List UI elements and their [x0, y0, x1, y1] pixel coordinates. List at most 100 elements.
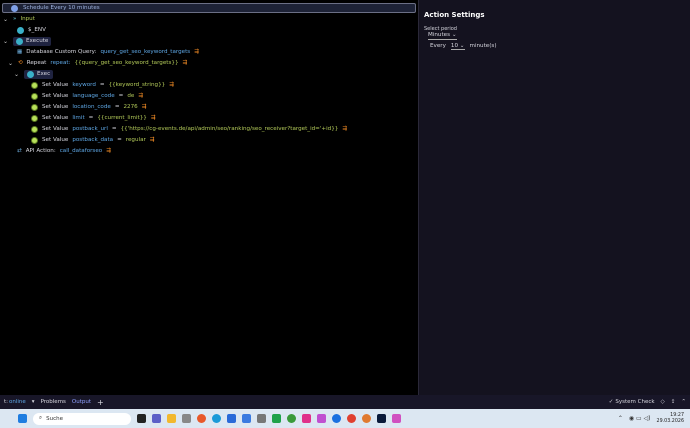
globe-icon	[27, 71, 34, 78]
chevron-down-icon[interactable]: ⌄	[14, 71, 20, 78]
node-key: language_code	[72, 93, 114, 99]
node-label: Input	[20, 16, 34, 22]
chevron-down-icon[interactable]: ⌄	[3, 38, 9, 45]
calculator-icon[interactable]	[257, 414, 266, 423]
firefox-icon[interactable]	[197, 414, 206, 423]
chrome-icon[interactable]	[362, 414, 371, 423]
node-label: Repeat	[27, 60, 47, 66]
link-icon[interactable]: ⇶	[150, 137, 155, 143]
photoshop-icon[interactable]	[377, 414, 386, 423]
clock[interactable]: 19:2729.03.2026	[657, 413, 690, 425]
node-value: query_get_seo_keyword_targets	[100, 49, 190, 55]
schedule-label: Schedule Every 10 minutes	[23, 5, 100, 11]
app-icon[interactable]	[392, 414, 401, 423]
chevron-down-icon[interactable]: ⌄	[3, 16, 9, 23]
app-icon[interactable]	[332, 414, 341, 423]
edge-icon[interactable]	[212, 414, 221, 423]
connection-status[interactable]: online	[9, 399, 26, 405]
node-label: Exec	[37, 71, 50, 77]
equals: =	[89, 115, 94, 121]
node-label: Set Value	[42, 82, 68, 88]
node-set-value[interactable]: Set Valuelanguage_code=de⇶	[31, 91, 143, 101]
equals: =	[119, 93, 124, 99]
node-key: postback_url	[72, 126, 108, 132]
caret-down-icon[interactable]: ▾	[32, 399, 35, 405]
set-value-icon	[31, 126, 38, 133]
chevron-down-icon: ⌄	[452, 32, 457, 38]
node-api-action[interactable]: ⇄API Action:call_dataforseo⇶	[17, 146, 111, 156]
node-key: limit	[72, 115, 84, 121]
taskbar: ⌕Suche ⌃ ◉ ▭ ◁) 19:2729.03.2026	[0, 409, 690, 428]
node-keyword: repeat:	[50, 60, 70, 66]
link-icon[interactable]: ⇶	[169, 82, 174, 88]
link-icon[interactable]: ⇶	[106, 148, 111, 154]
unit-label: minute(s)	[470, 43, 497, 50]
node-value: {{query_get_seo_keyword_targets}}	[75, 60, 179, 66]
set-value-icon	[31, 104, 38, 111]
node-input[interactable]: ⌄»Input	[3, 14, 35, 24]
action-settings-panel: Action Settings Select period Minutes ⌄ …	[418, 0, 690, 395]
node-value: 2276	[124, 104, 138, 110]
app-icon[interactable]	[182, 414, 191, 423]
tray-icons[interactable]: ◉ ▭ ◁)	[629, 415, 651, 422]
link-icon[interactable]: ⇶	[194, 49, 199, 55]
node-key: location_code	[72, 104, 110, 110]
bell-icon[interactable]: ◇	[661, 399, 665, 405]
tab-output[interactable]: Output	[72, 399, 91, 405]
link-icon[interactable]: ⇶	[151, 115, 156, 121]
period-select[interactable]: Minutes ⌄	[428, 32, 457, 40]
interval-select[interactable]: 10 ⌄	[451, 43, 465, 50]
node-set-value[interactable]: Set Valuelocation_code=2276⇶	[31, 102, 146, 112]
node-set-value[interactable]: Set Valuekeyword={{keyword_string}}⇶	[31, 80, 174, 90]
chrome-icon[interactable]	[347, 414, 356, 423]
repeat-icon: ⟲	[18, 60, 23, 66]
link-icon[interactable]: ⇶	[342, 126, 347, 132]
store-icon[interactable]	[227, 414, 236, 423]
share-icon[interactable]: ⇪	[671, 399, 676, 405]
explorer-icon[interactable]	[167, 414, 176, 423]
date: 29.03.2026	[657, 419, 684, 425]
swap-icon: ⇄	[17, 148, 22, 154]
node-repeat[interactable]: ⌄ ⟲ Repeatrepeat: {{query_get_seo_keyword_t…	[8, 58, 187, 68]
node-key: keyword	[72, 82, 96, 88]
node-set-value[interactable]: Set Valuepostback_url={{'https://cg-even…	[31, 124, 347, 134]
node-exec[interactable]: ⌄ Exec	[14, 69, 53, 79]
chevron-down-icon[interactable]: ⌄	[8, 60, 14, 67]
node-key: postback_data	[72, 137, 113, 143]
app-icon[interactable]	[317, 414, 326, 423]
period-value: Minutes	[428, 32, 450, 38]
node-label: Set Value	[42, 93, 68, 99]
set-value-icon	[31, 137, 38, 144]
app-icon[interactable]	[272, 414, 281, 423]
system-check-button[interactable]: System Check	[615, 399, 654, 405]
set-value-icon	[31, 115, 38, 122]
set-value-icon	[31, 82, 38, 89]
app-icon[interactable]	[302, 414, 311, 423]
link-icon[interactable]: ⇶	[142, 104, 147, 110]
node-value: regular	[126, 137, 146, 143]
node-db-query[interactable]: ▦Database Custom Query:query_get_seo_key…	[17, 47, 199, 57]
task-view-icon[interactable]	[137, 414, 146, 423]
chevron-up-icon[interactable]: ⌃	[681, 399, 686, 405]
taskbar-search[interactable]: ⌕Suche	[33, 413, 131, 425]
app-icon[interactable]	[287, 414, 296, 423]
link-icon[interactable]: ⇶	[183, 60, 188, 66]
teams-icon[interactable]	[152, 414, 161, 423]
node-set-value[interactable]: Set Valuelimit={{current_limit}}⇶	[31, 113, 156, 123]
app-icon[interactable]	[242, 414, 251, 423]
node-label: Execute	[26, 38, 48, 44]
clock-icon	[11, 5, 18, 12]
schedule-header[interactable]: Schedule Every 10 minutes	[2, 3, 416, 13]
add-tab-button[interactable]: +	[97, 398, 104, 407]
tray-chevron-icon[interactable]: ⌃	[618, 415, 623, 422]
tab-problems[interactable]: Problems	[41, 399, 66, 405]
node-set-value[interactable]: Set Valuepostback_data=regular⇶	[31, 135, 154, 145]
node-execute[interactable]: ⌄ Execute	[3, 36, 51, 46]
equals: =	[115, 104, 120, 110]
equals: =	[117, 137, 122, 143]
node-label: $_ENV	[28, 27, 46, 33]
link-icon[interactable]: ⇶	[138, 93, 143, 99]
node-env[interactable]: $_ENV	[17, 25, 46, 35]
windows-start-icon[interactable]	[18, 414, 27, 423]
panel-title: Action Settings	[424, 11, 485, 19]
